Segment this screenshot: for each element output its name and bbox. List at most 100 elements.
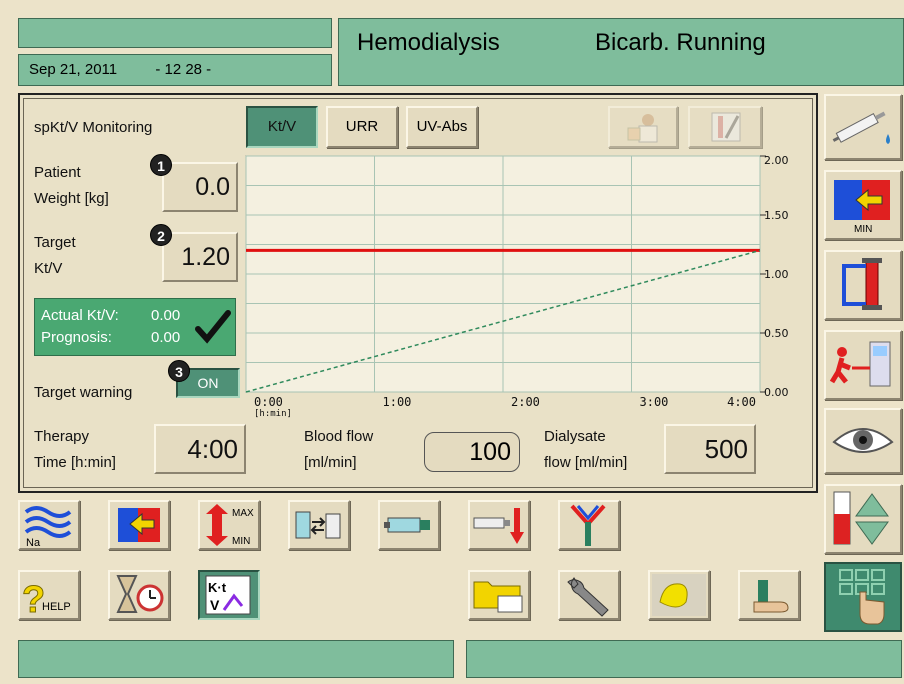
blood-flow-field: 100	[424, 432, 520, 472]
max-min-limits-icon: MAX MIN	[206, 504, 254, 547]
btn-keypad[interactable]	[824, 562, 902, 632]
btn-uf-profile[interactable]	[108, 500, 170, 550]
single-needle-icon	[570, 504, 606, 546]
min-uf-icon: MIN	[834, 180, 890, 235]
patient-disconnect-icon	[829, 341, 891, 387]
btn-sodium-profile[interactable]: Na	[18, 500, 80, 550]
actual-ktv-label: Actual Kt/V:	[41, 307, 119, 324]
syringe-drop-icon	[832, 111, 890, 144]
therapy-time-field[interactable]: 4:00	[154, 424, 246, 474]
status-title: Bicarb. Running	[595, 29, 766, 56]
target-warning-value: ON	[197, 375, 219, 391]
level-adjust-icon	[833, 491, 889, 545]
y-tick-label: 2.00	[764, 154, 789, 167]
y-tick-label: 1.50	[764, 209, 789, 222]
btn-ktv-clipboard[interactable]: K·t V	[198, 570, 260, 620]
panel-title: spKt/V Monitoring	[34, 119, 153, 136]
test-tube-icon	[711, 112, 741, 142]
sodium-profile-icon: Na	[24, 506, 72, 548]
right-btn-min-uf[interactable]: MIN	[824, 170, 902, 240]
target-ktv-label: Target Kt/V	[34, 234, 76, 277]
tab-uv-abs-label: UV-Abs	[416, 118, 468, 135]
prognosis-value: 0.00	[151, 329, 181, 346]
y-tick-label: 0.00	[764, 386, 789, 399]
btn-single-needle[interactable]	[558, 500, 620, 550]
x-tick-label: 4:00	[727, 395, 756, 409]
patient-weight-field[interactable]: 0.0	[162, 162, 238, 212]
btn-fluid-bolus[interactable]	[288, 500, 350, 550]
right-btn-disconnect[interactable]	[824, 330, 902, 400]
dialysate-flow-label: Dialysate flow [ml/min]	[544, 428, 628, 471]
actual-ktv-value: 0.00	[151, 307, 181, 324]
doctor-button[interactable]	[608, 106, 678, 148]
fluid-bolus-icon	[295, 511, 341, 539]
time-text: - 12 28 -	[155, 61, 212, 78]
folder-card-icon	[473, 581, 523, 613]
min-text: MIN	[854, 224, 872, 235]
btn-timer[interactable]	[108, 570, 170, 620]
date-text: Sep 21, 2011	[29, 61, 118, 78]
tab-ktv-label: Kt/V	[267, 118, 297, 135]
btn-folder-card[interactable]	[468, 570, 530, 620]
ktv-k-text: K·t	[208, 580, 227, 595]
step-2-badge: 2	[150, 224, 172, 246]
actual-ktv-box: Actual Kt/V: 0.00 Prognosis: 0.00	[34, 298, 236, 356]
patient-weight-label: Patient Weight [kg]	[34, 164, 109, 207]
right-btn-eye[interactable]	[824, 408, 902, 474]
syringe-arterial-icon	[473, 508, 524, 544]
wrench-icon	[567, 577, 609, 617]
therapy-time-label: Therapy Time [h:min]	[34, 428, 116, 471]
btn-max-min[interactable]: MAX MIN	[198, 500, 260, 550]
ktv-clipboard-icon: K·t V	[205, 575, 251, 615]
status-header: Hemodialysis Bicarb. Running	[338, 18, 904, 86]
dialysate-flow-field[interactable]: 500	[664, 424, 756, 474]
ktv-v-text: V	[210, 597, 220, 613]
prognosis-label: Prognosis:	[41, 329, 112, 346]
y-tick-label: 0.50	[764, 327, 789, 340]
filter-bypass-icon	[842, 258, 882, 310]
tab-urr[interactable]: URR	[326, 106, 398, 148]
header-left-top	[18, 18, 332, 48]
step-1-badge: 1	[150, 154, 172, 176]
date-time-bar: Sep 21, 2011 - 12 28 -	[18, 54, 332, 86]
tab-uv-abs[interactable]: UV-Abs	[406, 106, 478, 148]
heparin-syringe-icon	[384, 517, 430, 533]
mode-title: Hemodialysis	[357, 29, 500, 56]
doctor-icon	[627, 114, 658, 143]
y-tick-label: 1.00	[764, 268, 789, 281]
na-text: Na	[26, 537, 41, 548]
right-btn-bypass[interactable]	[824, 250, 902, 320]
x-tick-label: 2:00	[511, 395, 540, 409]
tab-ktv[interactable]: Kt/V	[246, 106, 318, 148]
right-btn-syringe[interactable]	[824, 94, 902, 160]
right-btn-level[interactable]	[824, 484, 902, 554]
blood-flow-label: Blood flow [ml/min]	[304, 428, 374, 471]
btn-help[interactable]: ? HELP	[18, 570, 80, 620]
btn-syringe-arterial[interactable]	[468, 500, 530, 550]
btn-heparin[interactable]	[378, 500, 440, 550]
x-tick-label: 1:00	[383, 395, 412, 409]
target-ktv-field[interactable]: 1.20	[162, 232, 238, 282]
help-icon: ?HELP	[22, 579, 71, 619]
btn-cleaning[interactable]	[648, 570, 710, 620]
ktv-chart: 0:00 1:00 2:00 3:00 4:00 [h:min] 0.00 0.50 1.00 1…	[245, 154, 789, 419]
timer-icon	[116, 575, 164, 613]
sample-tube-button[interactable]	[688, 106, 762, 148]
tab-urr-label: URR	[345, 118, 379, 135]
help-text: HELP	[42, 601, 71, 613]
x-unit-label: [h:min]	[254, 409, 292, 419]
eye-icon	[832, 428, 894, 453]
target-warning-label: Target warning	[34, 384, 133, 401]
cleaning-icon	[652, 574, 706, 616]
min-text-2: MIN	[232, 536, 250, 547]
x-tick-label: 3:00	[640, 395, 669, 409]
footer-bar-right	[466, 640, 902, 678]
btn-wrench[interactable]	[558, 570, 620, 620]
uf-profile-icon	[118, 508, 160, 542]
keypad-hand-icon	[839, 569, 885, 625]
max-text: MAX	[232, 508, 254, 519]
btn-blood-pressure[interactable]	[738, 570, 800, 620]
x-tick-label: 0:00	[254, 395, 283, 409]
step-3-badge: 3	[168, 360, 190, 382]
checkmark-icon	[195, 310, 231, 344]
